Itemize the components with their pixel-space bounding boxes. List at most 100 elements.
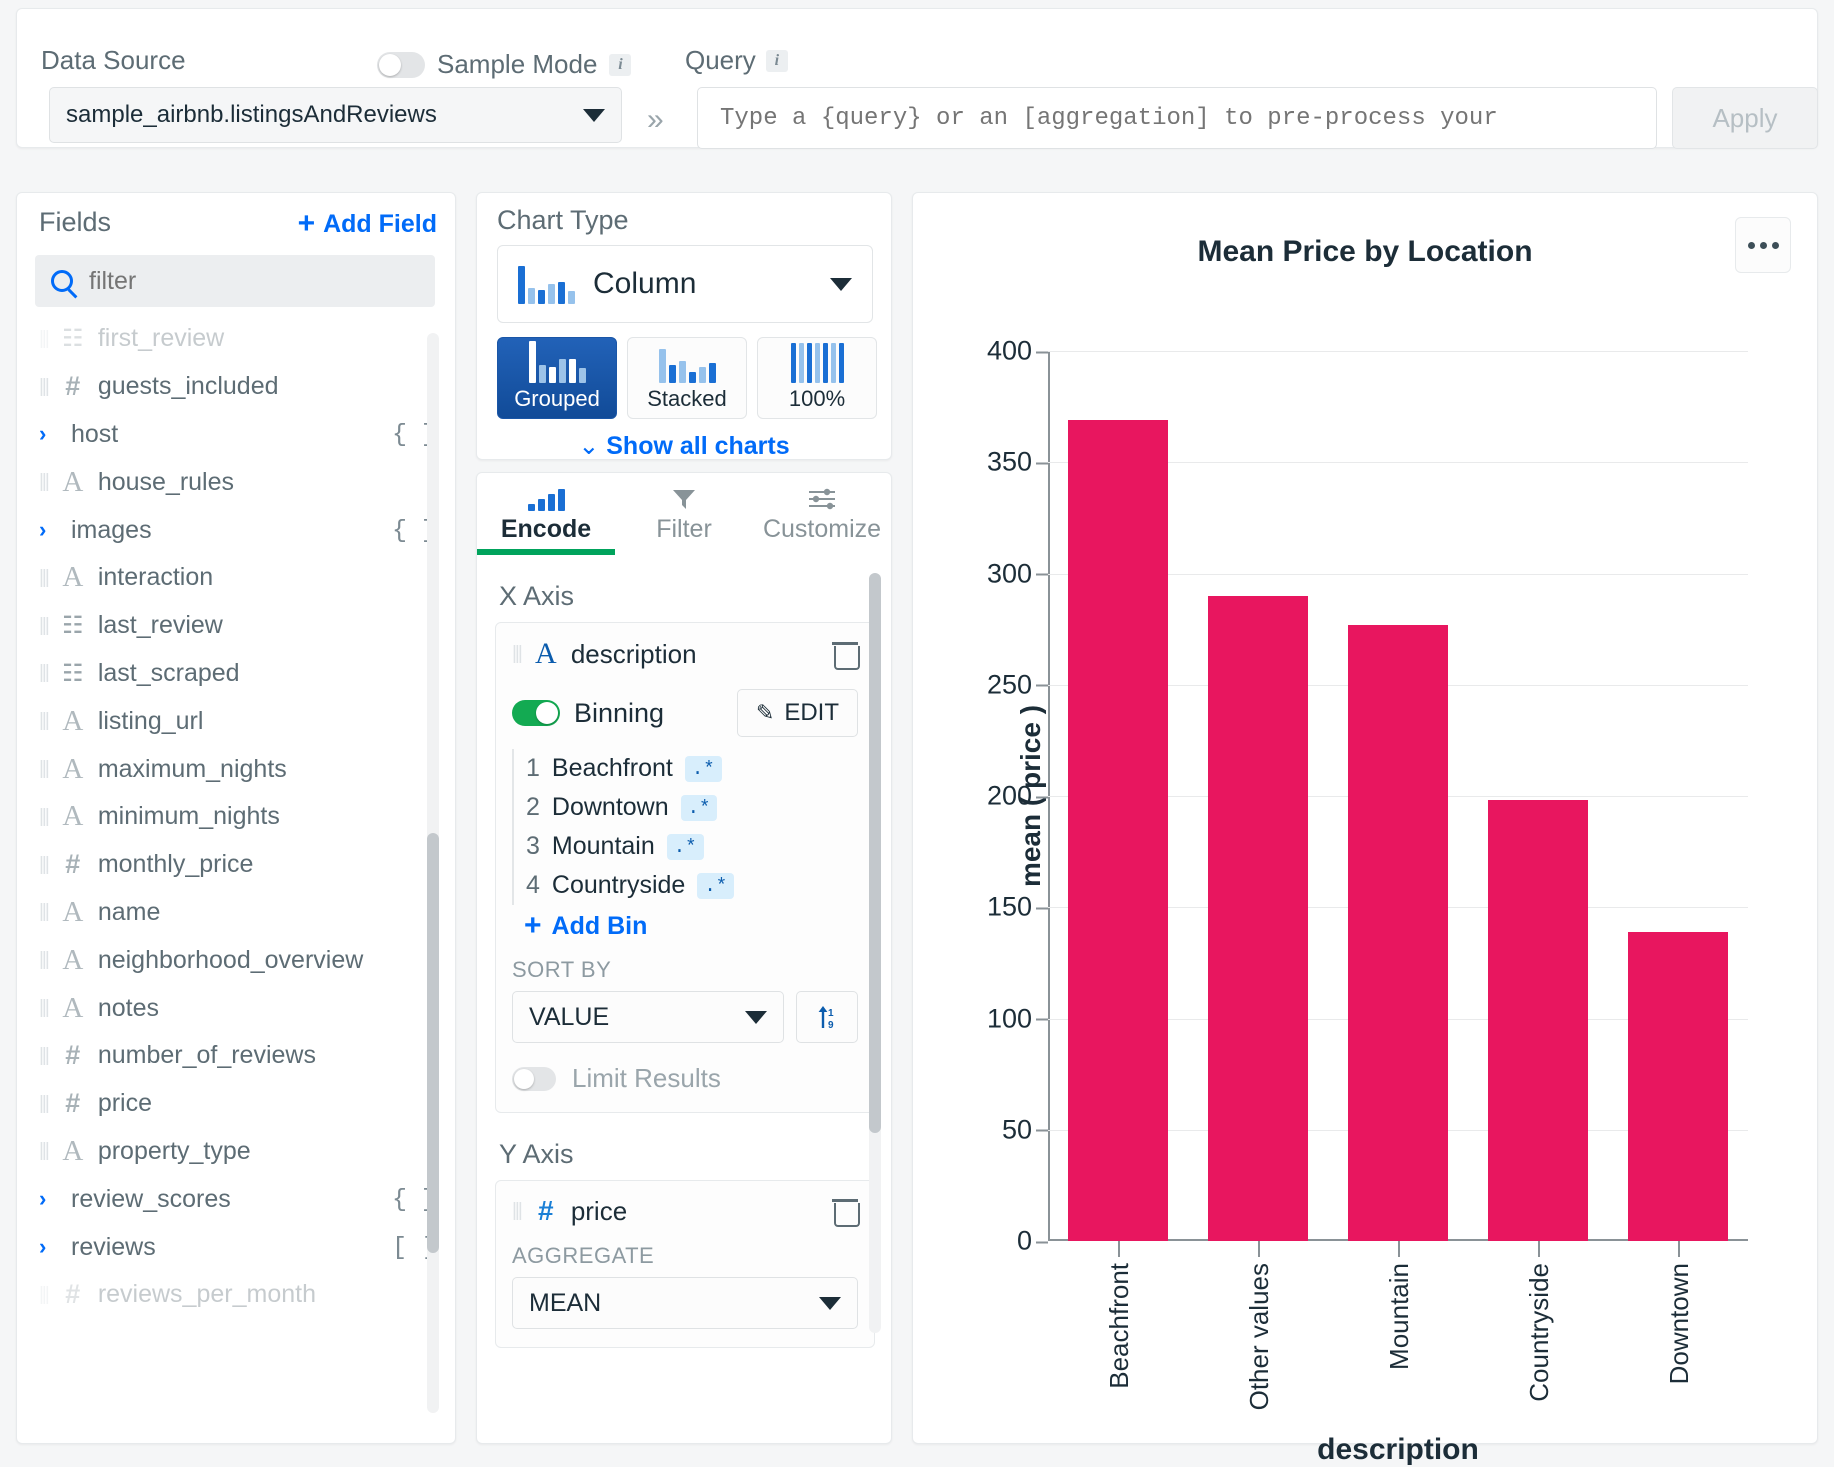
field-row[interactable]: |||Aminimum_nights bbox=[17, 793, 456, 841]
field-row[interactable]: |||#monthly_price bbox=[17, 841, 456, 889]
drag-handle-icon[interactable]: ||| bbox=[39, 758, 48, 780]
drag-handle-icon[interactable]: ||| bbox=[39, 854, 48, 876]
drag-handle-icon[interactable]: ||| bbox=[39, 662, 48, 684]
drag-handle-icon[interactable]: ||| bbox=[39, 806, 48, 828]
sort-direction-button[interactable]: 1 9 bbox=[796, 991, 858, 1043]
field-name: last_review bbox=[98, 611, 223, 640]
field-row[interactable]: ›host{ } bbox=[17, 411, 456, 459]
field-row[interactable]: ›review_scores{ } bbox=[17, 1175, 456, 1223]
field-row[interactable]: |||☷last_review bbox=[17, 602, 456, 650]
field-row[interactable]: |||#number_of_reviews bbox=[17, 1032, 456, 1080]
bin-item[interactable]: 2Downtown.* bbox=[514, 788, 858, 827]
field-row[interactable]: |||Alisting_url bbox=[17, 697, 456, 745]
bar[interactable] bbox=[1208, 596, 1309, 1241]
edit-bins-button[interactable]: ✎ EDIT bbox=[737, 689, 858, 737]
fields-filter-box[interactable] bbox=[35, 255, 435, 307]
drag-handle-icon[interactable]: ||| bbox=[39, 710, 48, 732]
drag-handle-icon[interactable]: ||| bbox=[512, 643, 521, 665]
limit-results-toggle[interactable] bbox=[512, 1067, 556, 1091]
fields-scrollbar-thumb[interactable] bbox=[427, 833, 439, 1253]
chart-variant-grouped[interactable]: Grouped bbox=[497, 337, 617, 419]
bar[interactable] bbox=[1488, 800, 1589, 1241]
tab-filter[interactable]: Filter bbox=[615, 473, 753, 555]
drag-handle-icon[interactable]: ||| bbox=[39, 901, 48, 923]
field-row[interactable]: |||Anotes bbox=[17, 984, 456, 1032]
bin-pattern-badge[interactable]: .* bbox=[697, 873, 734, 899]
drag-handle-icon[interactable]: ||| bbox=[39, 567, 48, 589]
ellipsis-icon[interactable] bbox=[1735, 217, 1791, 273]
show-all-charts-button[interactable]: ⌄ Show all charts bbox=[477, 431, 891, 461]
bins-list: 1Beachfront.*2Downtown.*3Mountain.*4Coun… bbox=[512, 749, 858, 905]
field-row[interactable]: |||Aname bbox=[17, 889, 456, 937]
tab-encode[interactable]: Encode bbox=[477, 473, 615, 555]
encode-scrollbar-thumb[interactable] bbox=[869, 573, 881, 1133]
chart-type-select[interactable]: Column bbox=[497, 245, 873, 323]
sample-mode-toggle[interactable] bbox=[377, 52, 425, 78]
drag-handle-icon[interactable]: ||| bbox=[39, 1093, 48, 1115]
fields-list[interactable]: |||☷first_review|||#guests_included › host… bbox=[17, 315, 456, 1444]
query-input[interactable] bbox=[697, 87, 1657, 149]
info-icon[interactable]: i bbox=[766, 50, 788, 72]
bin-pattern-badge[interactable]: .* bbox=[681, 795, 718, 821]
sliders-icon bbox=[807, 485, 837, 511]
drag-handle-icon[interactable]: ||| bbox=[39, 376, 48, 398]
data-source-select[interactable]: sample_airbnb.listingsAndReviews bbox=[49, 87, 622, 143]
chevron-right-icon[interactable]: › bbox=[39, 1186, 61, 1212]
drag-handle-icon[interactable]: ||| bbox=[39, 1045, 48, 1067]
chevron-right-icon[interactable]: › bbox=[39, 421, 61, 447]
drag-handle-icon[interactable]: ||| bbox=[39, 997, 48, 1019]
field-name: reviews_per_month bbox=[98, 1280, 316, 1309]
bin-item[interactable]: 1Beachfront.* bbox=[514, 749, 858, 788]
aggregate-select[interactable]: MEAN bbox=[512, 1277, 858, 1329]
data-source-value: sample_airbnb.listingsAndReviews bbox=[66, 101, 437, 129]
encode-tabs: Encode Filter Customize bbox=[477, 473, 891, 555]
add-field-button[interactable]: + Add Field bbox=[298, 209, 437, 239]
field-row[interactable]: |||☷first_review bbox=[17, 315, 456, 363]
drag-handle-icon[interactable]: ||| bbox=[39, 1140, 48, 1162]
delete-icon[interactable] bbox=[832, 1197, 858, 1225]
tab-customize[interactable]: Customize bbox=[753, 473, 891, 555]
field-row[interactable]: |||☷last_scraped bbox=[17, 650, 456, 698]
field-row[interactable]: |||#reviews_per_month bbox=[17, 1271, 456, 1319]
bin-pattern-badge[interactable]: .* bbox=[667, 834, 704, 860]
sort-by-select[interactable]: VALUE bbox=[512, 991, 784, 1043]
y-axis-tick-label: 400 bbox=[987, 336, 1048, 367]
encode-body: X Axis ||| A description Binning ✎ EDIT … bbox=[477, 555, 892, 1444]
double-chevron-icon: » bbox=[647, 103, 664, 137]
field-row[interactable]: |||#guests_included bbox=[17, 363, 456, 411]
delete-icon[interactable] bbox=[832, 640, 858, 668]
drag-handle-icon[interactable]: ||| bbox=[39, 615, 48, 637]
field-name: host bbox=[71, 420, 118, 449]
chevron-right-icon[interactable]: › bbox=[39, 517, 61, 543]
field-row[interactable]: |||Aneighborhood_overview bbox=[17, 936, 456, 984]
drag-handle-icon[interactable]: ||| bbox=[512, 1200, 521, 1222]
bin-item[interactable]: 4Countryside.* bbox=[514, 866, 858, 905]
binning-toggle[interactable] bbox=[512, 700, 560, 726]
chart-variant-hundred-percent[interactable]: 100% bbox=[757, 337, 877, 419]
drag-handle-icon[interactable]: ||| bbox=[39, 1284, 48, 1306]
bar[interactable] bbox=[1068, 420, 1169, 1241]
fields-filter-input[interactable] bbox=[87, 266, 387, 297]
y-axis-field-row[interactable]: ||| # price bbox=[512, 1195, 858, 1227]
drag-handle-icon[interactable]: ||| bbox=[39, 328, 48, 350]
chevron-right-icon[interactable]: › bbox=[39, 1234, 61, 1260]
drag-handle-icon[interactable]: ||| bbox=[39, 471, 48, 493]
bin-pattern-badge[interactable]: .* bbox=[685, 756, 722, 782]
field-row[interactable]: |||Ahouse_rules bbox=[17, 458, 456, 506]
field-name: notes bbox=[98, 994, 159, 1023]
field-row[interactable]: |||Aproperty_type bbox=[17, 1128, 456, 1176]
info-icon[interactable]: i bbox=[609, 54, 631, 76]
field-row[interactable]: |||#price bbox=[17, 1080, 456, 1128]
field-row[interactable]: |||Amaximum_nights bbox=[17, 745, 456, 793]
bar[interactable] bbox=[1628, 932, 1729, 1241]
x-axis-field-row[interactable]: ||| A description bbox=[512, 637, 858, 671]
field-row[interactable]: |||Ainteraction bbox=[17, 554, 456, 602]
chart-variant-stacked[interactable]: Stacked bbox=[627, 337, 747, 419]
bin-item[interactable]: 3Mountain.* bbox=[514, 827, 858, 866]
drag-handle-icon[interactable]: ||| bbox=[39, 949, 48, 971]
bar[interactable] bbox=[1348, 625, 1449, 1241]
field-row[interactable]: ›reviews[ ] bbox=[17, 1223, 456, 1271]
add-bin-button[interactable]: + Add Bin bbox=[512, 905, 858, 941]
apply-button[interactable]: Apply bbox=[1672, 87, 1818, 149]
field-row[interactable]: ›images{ } bbox=[17, 506, 456, 554]
